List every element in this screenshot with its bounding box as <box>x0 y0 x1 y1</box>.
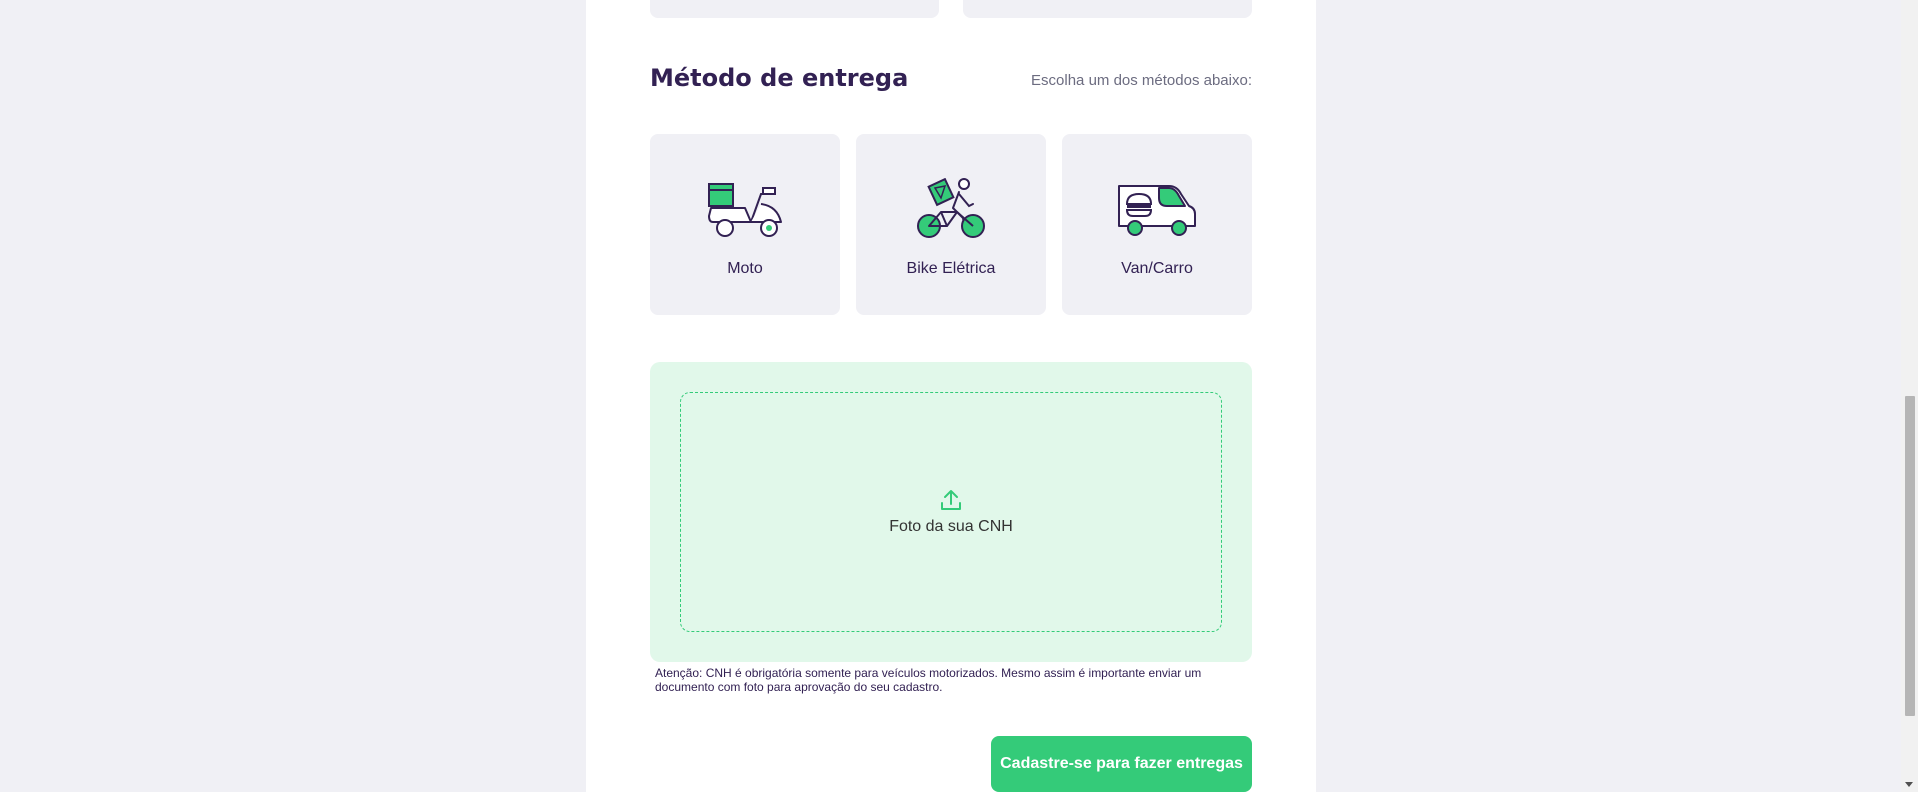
method-label: Van/Carro <box>1121 260 1193 277</box>
method-label: Bike Elétrica <box>906 260 996 277</box>
submit-button[interactable]: Cadastre-se para fazer entregas <box>991 736 1252 792</box>
van-icon <box>1118 185 1196 236</box>
previous-input-right[interactable] <box>963 0 1252 18</box>
upload-icon <box>941 490 961 510</box>
scroll-down-arrow-icon[interactable] <box>1905 782 1913 787</box>
method-moto[interactable]: Moto <box>650 134 840 315</box>
electric-bike-icon <box>917 178 985 238</box>
delivery-methods: Moto Bike Elétrica Van/Carro <box>650 134 1252 315</box>
section-hint: Escolha um dos métodos abaixo: <box>1031 72 1252 89</box>
cnh-notice: Atenção: CNH é obrigatória somente para … <box>655 666 1202 694</box>
signup-card: Método de entrega Escolha um dos métodos… <box>586 0 1316 792</box>
scrollbar[interactable] <box>1901 0 1918 792</box>
scrollbar-thumb[interactable] <box>1905 396 1915 716</box>
cnh-dropzone[interactable]: Foto da sua CNH <box>680 392 1222 632</box>
method-bike-eletrica[interactable]: Bike Elétrica <box>856 134 1046 315</box>
upload-label: Foto da sua CNH <box>889 518 1013 535</box>
page: Método de entrega Escolha um dos métodos… <box>0 0 1918 792</box>
method-van-carro[interactable]: Van/Carro <box>1062 134 1252 315</box>
method-label: Moto <box>727 260 763 277</box>
previous-input-left[interactable] <box>650 0 939 18</box>
section-title: Método de entrega <box>650 64 909 92</box>
cnh-upload-area: Foto da sua CNH <box>650 362 1252 662</box>
scooter-icon <box>708 183 782 237</box>
